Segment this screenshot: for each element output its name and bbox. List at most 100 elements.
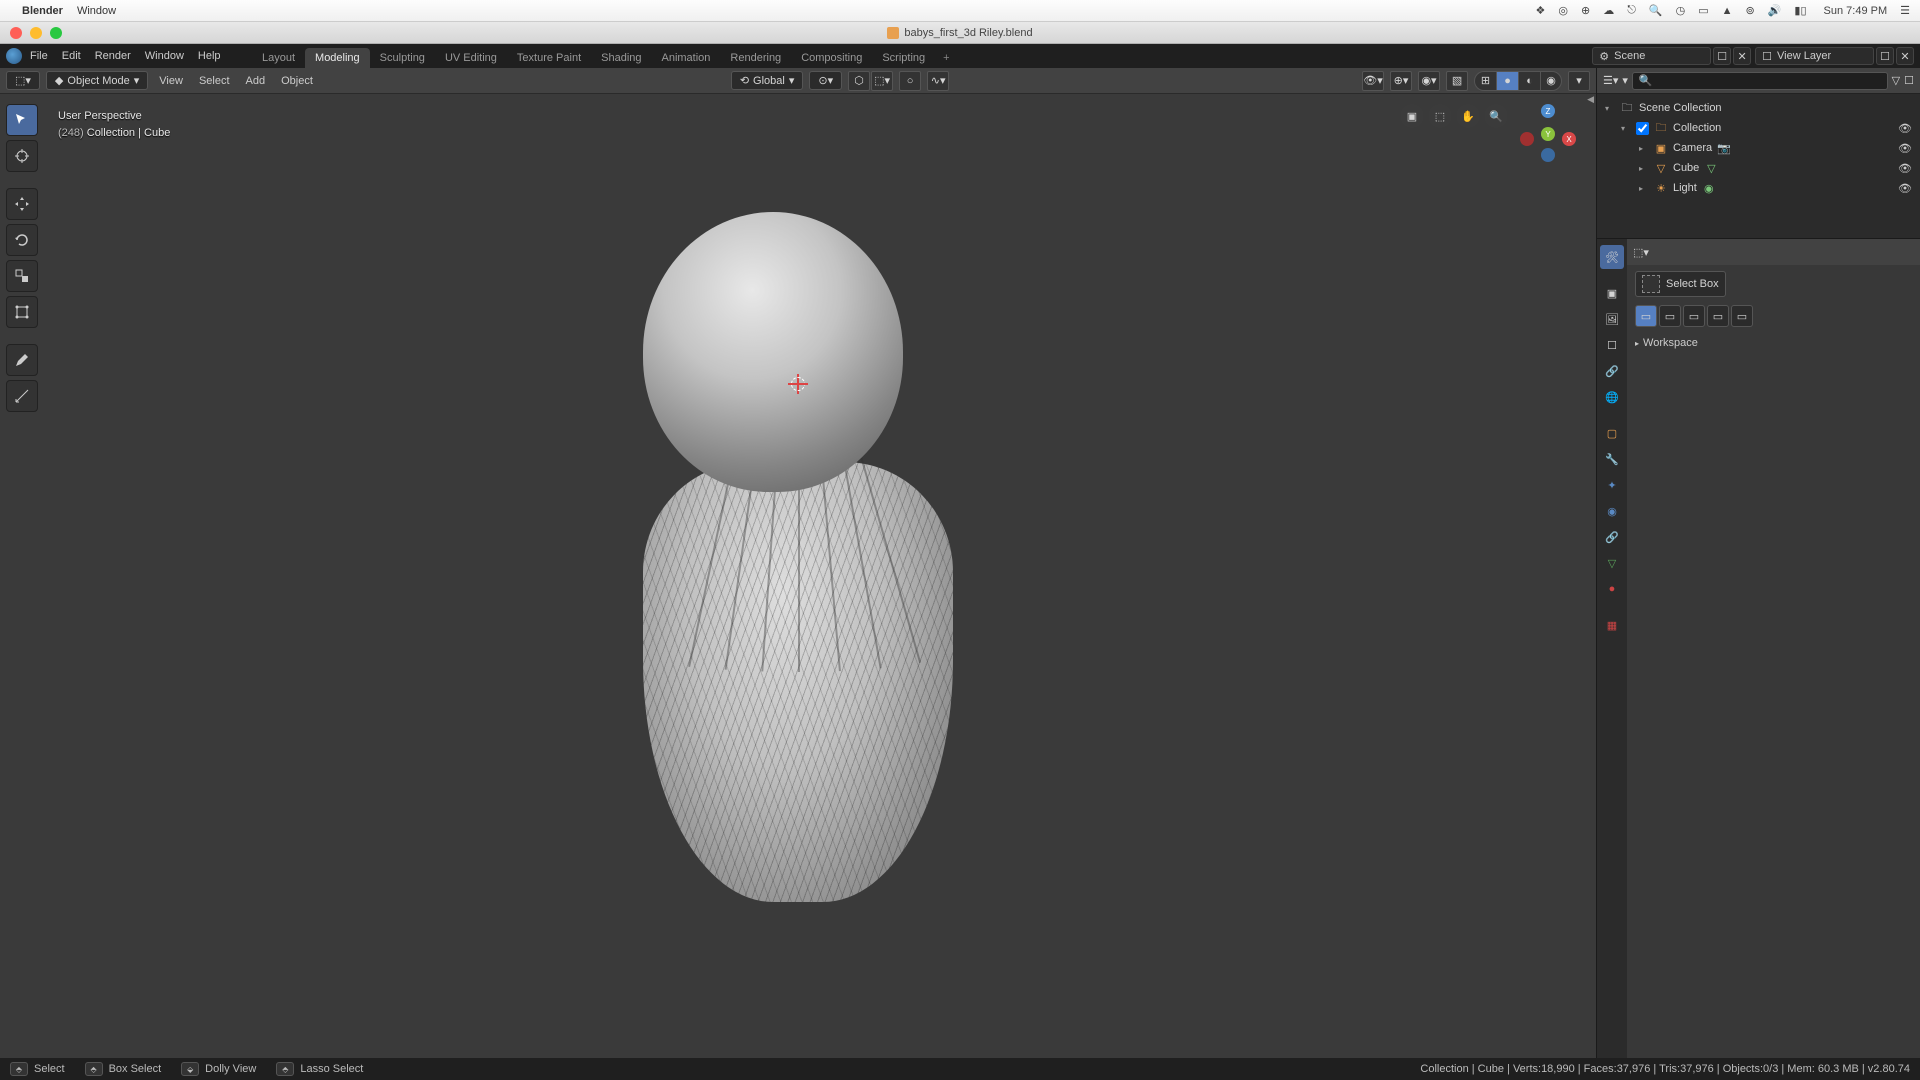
wifi-icon[interactable]: ⊚: [1746, 4, 1755, 17]
proportional-edit-toggle[interactable]: ○: [899, 71, 921, 91]
minimize-window-button[interactable]: [30, 27, 42, 39]
clock[interactable]: Sun 7:49 PM: [1824, 5, 1888, 17]
tab-compositing[interactable]: Compositing: [791, 48, 872, 68]
tab-rendering[interactable]: Rendering: [720, 48, 791, 68]
menu-window[interactable]: Window: [145, 50, 184, 62]
delete-layer-button[interactable]: ✕: [1896, 47, 1914, 65]
prop-tab-texture[interactable]: ▦: [1600, 613, 1624, 637]
battery-icon[interactable]: ▮▯: [1794, 4, 1806, 17]
visibility-toggle[interactable]: 👁: [1898, 122, 1912, 135]
tool-measure[interactable]: [6, 380, 38, 412]
menu-render[interactable]: Render: [95, 50, 131, 62]
scene-name-input[interactable]: [1614, 50, 1704, 62]
outliner-scene-collection[interactable]: ▾🗀 Scene Collection: [1601, 98, 1916, 118]
prop-tab-object[interactable]: ▢: [1600, 421, 1624, 445]
select-intersect[interactable]: ▭: [1707, 305, 1729, 327]
menu-edit[interactable]: Edit: [62, 50, 81, 62]
visibility-toggle[interactable]: 👁: [1898, 182, 1912, 195]
xray-toggle[interactable]: ▧: [1446, 71, 1468, 91]
outliner-filter-button[interactable]: ▽: [1892, 74, 1900, 87]
select-invert[interactable]: ▭: [1731, 305, 1753, 327]
gizmo-y[interactable]: Y: [1541, 127, 1555, 141]
visibility-dropdown[interactable]: 👁▾: [1362, 71, 1384, 91]
tool-transform[interactable]: [6, 296, 38, 328]
menu-help[interactable]: Help: [198, 50, 221, 62]
prop-tab-tool[interactable]: 🛠: [1600, 245, 1624, 269]
display-icon[interactable]: ▭: [1698, 4, 1708, 17]
nav-zoom-icon[interactable]: 🔍: [1484, 104, 1508, 128]
snap-toggle[interactable]: ⬡: [848, 71, 870, 91]
collection-enable-checkbox[interactable]: [1636, 122, 1649, 135]
blender-logo-icon[interactable]: [6, 48, 22, 64]
new-layer-button[interactable]: ☐: [1876, 47, 1894, 65]
nav-gizmo[interactable]: Z Y X: [1518, 104, 1578, 164]
nav-pan-icon[interactable]: ✋: [1456, 104, 1480, 128]
outliner-item-cube[interactable]: ▸▽ Cube ▽ 👁: [1601, 158, 1916, 178]
gizmo-neg-z[interactable]: [1541, 148, 1555, 162]
notification-center-icon[interactable]: ☰: [1900, 4, 1910, 17]
visibility-toggle[interactable]: 👁: [1898, 162, 1912, 175]
tray-icon[interactable]: ◷: [1676, 4, 1686, 17]
proportional-falloff-dropdown[interactable]: ∿▾: [927, 71, 949, 91]
viewport-3d[interactable]: User Perspective (248) Collection | Cube…: [0, 94, 1596, 1058]
gizmo-z[interactable]: Z: [1541, 104, 1555, 118]
maximize-window-button[interactable]: [50, 27, 62, 39]
overlays-dropdown[interactable]: ◉▾: [1418, 71, 1440, 91]
scene-selector[interactable]: ⚙: [1592, 47, 1711, 65]
shading-lookdev[interactable]: ◐: [1518, 71, 1540, 91]
tab-shading[interactable]: Shading: [591, 48, 651, 68]
outliner-item-camera[interactable]: ▸▣ Camera 📷 👁: [1601, 138, 1916, 158]
outliner-item-light[interactable]: ▸☀ Light ◉ 👁: [1601, 178, 1916, 198]
select-new[interactable]: ▭: [1635, 305, 1657, 327]
prop-tab-constraint[interactable]: 🔗: [1600, 525, 1624, 549]
prop-tab-particle[interactable]: ✦: [1600, 473, 1624, 497]
tool-scale[interactable]: [6, 260, 38, 292]
tray-icon[interactable]: ☁: [1603, 4, 1614, 17]
tray-icon[interactable]: ▲: [1722, 5, 1733, 17]
select-extend[interactable]: ▭: [1659, 305, 1681, 327]
visibility-toggle[interactable]: 👁: [1898, 142, 1912, 155]
add-workspace-button[interactable]: +: [935, 48, 957, 68]
hdr-menu-add[interactable]: Add: [241, 75, 271, 87]
menu-file[interactable]: File: [30, 50, 48, 62]
nav-camera-icon[interactable]: ▣: [1400, 104, 1424, 128]
workspace-section[interactable]: ▸ Workspace: [1635, 337, 1912, 349]
tab-sculpting[interactable]: Sculpting: [370, 48, 435, 68]
prop-tab-scene[interactable]: 🔗: [1600, 359, 1624, 383]
prop-tab-world[interactable]: 🌐: [1600, 385, 1624, 409]
tray-icon[interactable]: ⎋: [1627, 4, 1636, 17]
shading-solid[interactable]: ●: [1496, 71, 1518, 91]
tool-move[interactable]: [6, 188, 38, 220]
tool-rotate[interactable]: [6, 224, 38, 256]
snap-target-dropdown[interactable]: ⬚▾: [871, 71, 893, 91]
outliner-collection[interactable]: ▾ 🗀 Collection 👁: [1601, 118, 1916, 138]
outliner-editor-dropdown[interactable]: ☰▾: [1603, 74, 1618, 87]
gizmo-x[interactable]: X: [1562, 132, 1576, 146]
gizmo-neg-x[interactable]: [1520, 132, 1534, 146]
spotlight-icon[interactable]: 🔍: [1649, 4, 1663, 17]
outliner-display-dropdown[interactable]: ▾: [1622, 74, 1628, 87]
delete-scene-button[interactable]: ✕: [1733, 47, 1751, 65]
gizmo-dropdown[interactable]: ⊕▾: [1390, 71, 1412, 91]
outliner-new-collection-button[interactable]: ☐: [1904, 74, 1914, 87]
prop-tab-output[interactable]: 🖼: [1600, 307, 1624, 331]
macos-menu-window[interactable]: Window: [77, 5, 116, 17]
properties-editor-dropdown[interactable]: ⬚▾: [1633, 246, 1649, 259]
tray-icon[interactable]: ⊕: [1581, 4, 1590, 17]
mode-dropdown[interactable]: ◆Object Mode▾: [46, 71, 148, 90]
tab-texture-paint[interactable]: Texture Paint: [507, 48, 591, 68]
tool-select-box[interactable]: [6, 104, 38, 136]
tab-layout[interactable]: Layout: [252, 48, 305, 68]
volume-icon[interactable]: 🔊: [1768, 4, 1782, 17]
tray-icon[interactable]: ❖: [1535, 4, 1545, 17]
hdr-menu-select[interactable]: Select: [194, 75, 235, 87]
view-layer-input[interactable]: [1777, 50, 1867, 62]
tab-animation[interactable]: Animation: [652, 48, 721, 68]
pivot-dropdown[interactable]: ⊙▾: [809, 71, 842, 90]
tab-uv-editing[interactable]: UV Editing: [435, 48, 507, 68]
hdr-menu-view[interactable]: View: [154, 75, 188, 87]
prop-tab-physics[interactable]: ◉: [1600, 499, 1624, 523]
outliner-search[interactable]: 🔍: [1632, 72, 1888, 90]
tray-icon[interactable]: ◎: [1558, 4, 1568, 17]
tool-cursor[interactable]: [6, 140, 38, 172]
